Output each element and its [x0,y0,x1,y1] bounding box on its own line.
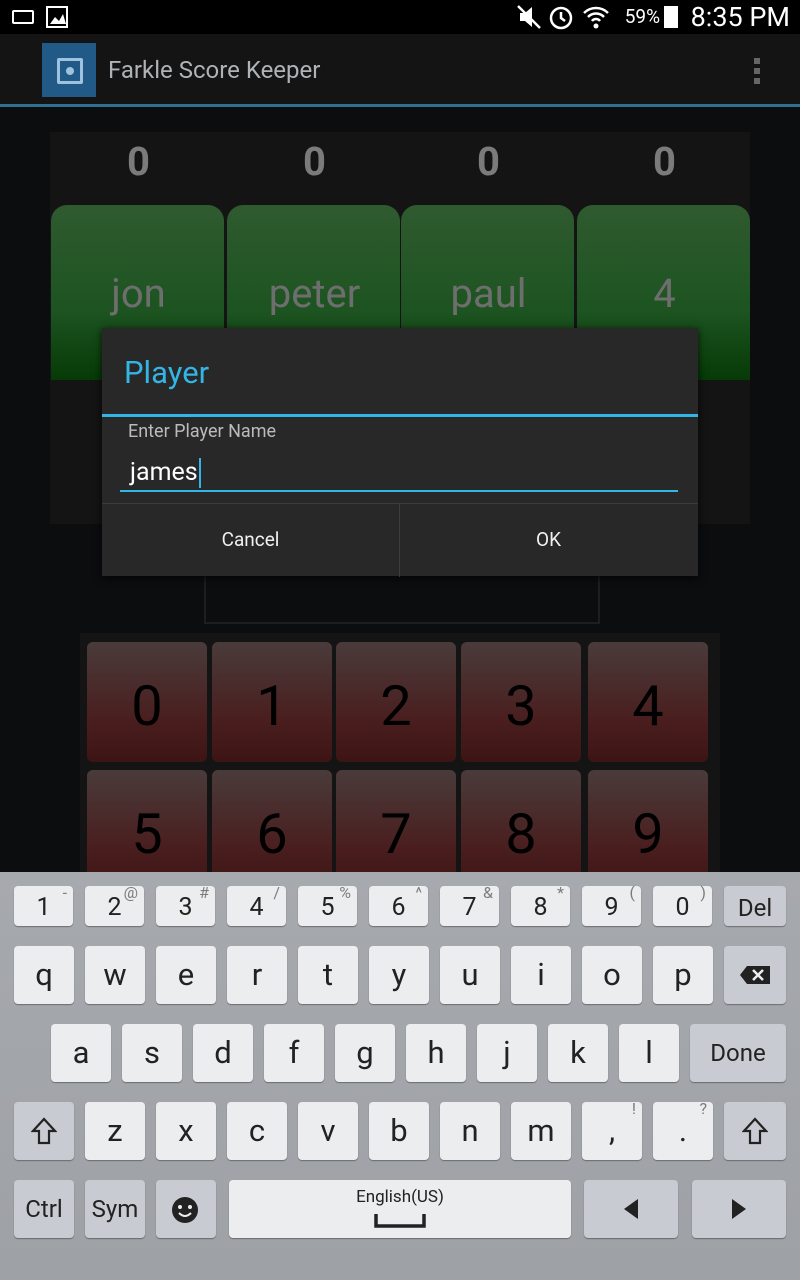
backspace-icon [740,966,770,984]
player-name-value: james [130,458,198,487]
battery-icon [664,6,678,28]
done-key[interactable]: Done [690,1024,786,1082]
key-6[interactable]: 6 ^ [369,883,428,926]
keypad-digit[interactable]: 4 [588,642,708,762]
player-name: jon [111,270,166,317]
delete-key[interactable]: Del [724,886,786,926]
key-5[interactable]: 5% [298,883,357,926]
image-icon [46,6,68,28]
key-1[interactable]: 1- [14,883,73,926]
wifi-icon [582,4,610,34]
key-j[interactable]: j [477,1024,537,1082]
shift-key[interactable] [14,1102,74,1160]
score-entry-box[interactable] [204,575,600,624]
player-dialog: Player Enter Player Name james Cancel OK [102,328,698,577]
dialog-divider [102,414,698,417]
player-name: paul [450,270,527,317]
cursor-right-key[interactable] [692,1180,786,1238]
key-v[interactable]: v [298,1102,358,1160]
battery-percent: 59% [624,5,660,28]
arrow-left-icon [624,1199,638,1219]
emoji-key[interactable] [156,1180,216,1238]
player-name: peter [268,270,361,317]
clock: 8:35 PM [690,1,790,33]
key-w[interactable]: w [85,946,145,1004]
score-keypad: 0 1 2 3 4 5 6 7 8 9 [80,633,720,893]
key-4[interactable]: 4/ [227,883,286,926]
shift-icon [741,1117,769,1145]
key-e[interactable]: e [156,946,216,1004]
key-p[interactable]: p [653,946,713,1004]
key-r[interactable]: r [227,946,287,1004]
status-bar: 59% 8:35 PM [0,0,800,34]
player-name-input[interactable]: james [120,450,678,492]
ctrl-key[interactable]: Ctrl [14,1180,74,1238]
key-y[interactable]: y [369,946,429,1004]
shift-icon [30,1117,58,1145]
alarm-icon [548,4,574,34]
key-u[interactable]: u [440,946,500,1004]
key-2[interactable]: 2 @ [85,883,144,926]
key-x[interactable]: x [156,1102,216,1160]
soft-keyboard: 1- 2 @ 3 # 4/ 5% 6 ^ 7 & 8 * 9( 0) Del q w e … [0,872,800,1280]
ok-button[interactable]: OK [400,504,697,577]
player-score: 0 [303,138,326,185]
comma-key[interactable]: ,! [582,1099,642,1160]
key-f[interactable]: f [264,1024,324,1082]
key-k[interactable]: k [548,1024,608,1082]
key-i[interactable]: i [511,946,571,1004]
keyboard-icon [12,10,34,24]
action-bar: Farkle Score Keeper [0,34,800,107]
backspace-key[interactable] [724,946,786,1004]
keypad-digit[interactable]: 1 [212,642,332,762]
key-n[interactable]: n [440,1102,500,1160]
key-7[interactable]: 7 & [440,883,499,926]
key-q[interactable]: q [14,946,74,1004]
key-h[interactable]: h [406,1024,466,1082]
key-b[interactable]: b [369,1102,429,1160]
key-s[interactable]: s [122,1024,182,1082]
player-name: 4 [653,270,676,317]
keypad-digit[interactable]: 3 [461,642,581,762]
key-t[interactable]: t [298,946,358,1004]
emoji-icon [172,1197,198,1223]
player-score: 0 [477,138,500,185]
keypad-digit[interactable]: 2 [336,642,456,762]
key-9[interactable]: 9( [582,883,641,926]
key-l[interactable]: l [619,1024,679,1082]
key-g[interactable]: g [335,1024,395,1082]
cancel-button[interactable]: Cancel [102,504,399,577]
player-score: 0 [653,138,676,185]
text-cursor [198,458,201,489]
key-a[interactable]: a [51,1024,111,1082]
key-d[interactable]: d [193,1024,253,1082]
key-m[interactable]: m [511,1102,571,1160]
dialog-button-bar: Cancel OK [102,503,698,577]
cursor-left-key[interactable] [584,1180,678,1238]
key-z[interactable]: z [85,1102,145,1160]
mute-icon [516,4,542,34]
key-3[interactable]: 3 # [156,883,215,926]
app-icon[interactable] [42,43,96,97]
player-name-label: Enter Player Name [128,421,277,442]
key-0[interactable]: 0) [653,883,712,926]
space-bar-icon [374,1214,426,1228]
arrow-right-icon [732,1199,746,1219]
keypad-digit[interactable]: 0 [87,642,207,762]
space-key[interactable]: English(US) [229,1180,571,1238]
period-key[interactable]: .? [653,1099,713,1160]
key-8[interactable]: 8 * [511,883,570,926]
player-score: 0 [127,138,150,185]
app-title: Farkle Score Keeper [108,56,321,84]
key-c[interactable]: c [227,1102,287,1160]
sym-key[interactable]: Sym [85,1180,145,1238]
dialog-title: Player [124,354,210,391]
shift-key-right[interactable] [724,1102,786,1160]
overflow-menu-icon[interactable] [752,56,762,86]
key-o[interactable]: o [582,946,642,1004]
